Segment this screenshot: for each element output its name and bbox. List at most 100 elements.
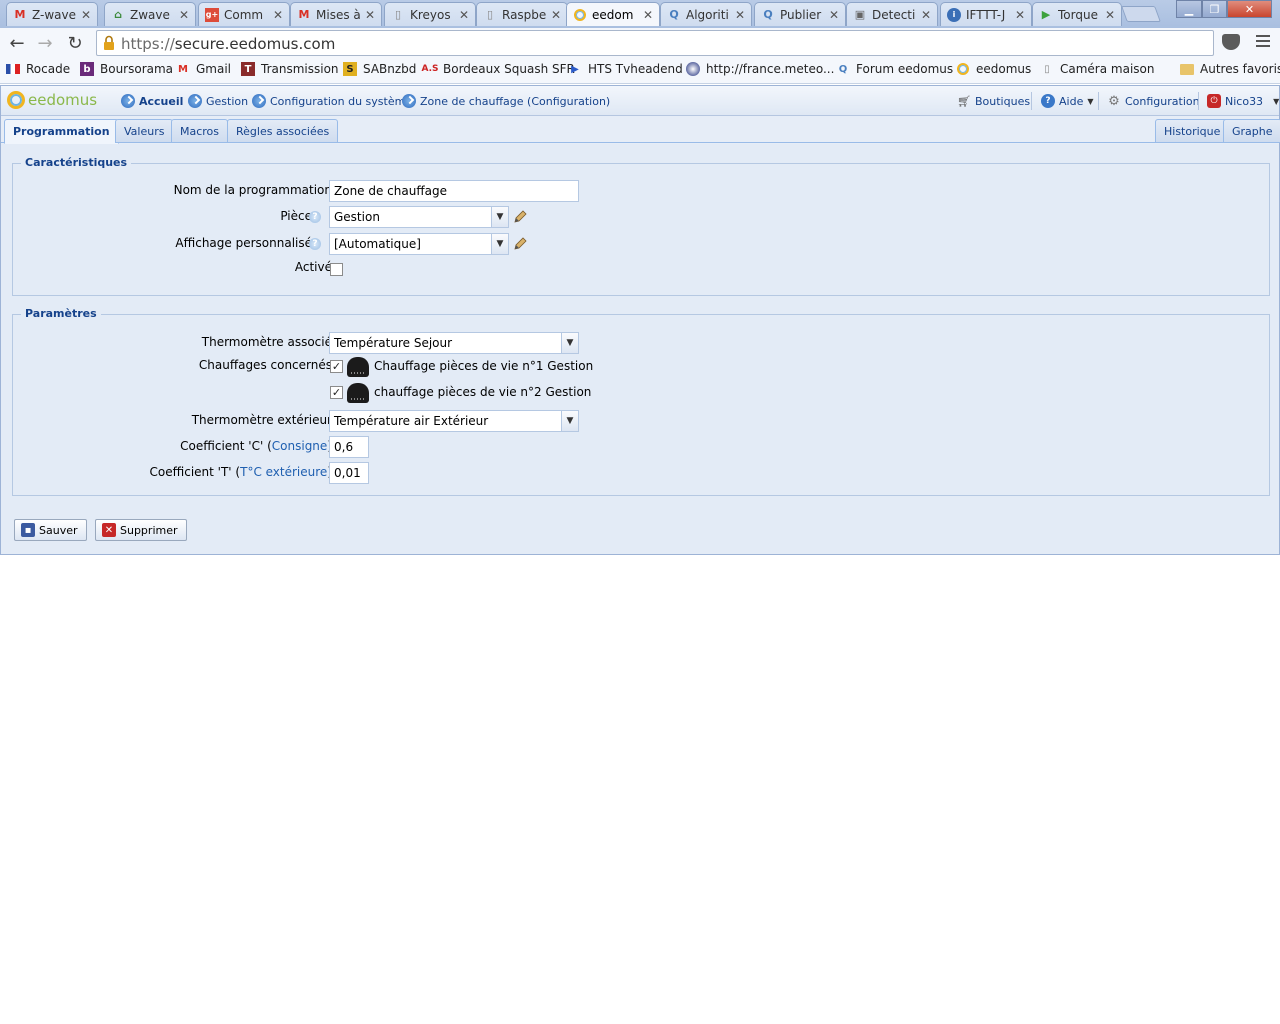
browser-chrome: M Z-wave ✕ ⌂ Zwave ✕ g+ Comm ✕ M Mises à ✕ ▯ Krey…: [0, 0, 1280, 84]
reload-icon[interactable]: ↻: [64, 32, 86, 54]
back-icon[interactable]: ←: [6, 32, 28, 54]
forward-icon[interactable]: →: [34, 32, 56, 54]
close-icon[interactable]: ✕: [549, 8, 563, 22]
close-icon[interactable]: ✕: [271, 8, 285, 22]
close-icon[interactable]: ✕: [79, 8, 93, 22]
tab-programmation[interactable]: Programmation: [4, 119, 119, 144]
eedomus-forum-icon: Q: [669, 8, 679, 21]
divider: [1098, 92, 1099, 110]
close-icon[interactable]: ✕: [919, 8, 933, 22]
tab-regles-associees[interactable]: Règles associées: [227, 119, 339, 143]
pencil-icon[interactable]: [512, 209, 528, 225]
maximize-button[interactable]: ❐: [1202, 0, 1227, 18]
meteo-icon: [686, 62, 700, 76]
arrow-circle-icon: [188, 94, 202, 108]
bookmarks-bar: Rocade b Boursorama M Gmail T Transmission …: [0, 58, 1280, 84]
bookmark-item[interactable]: Rocade: [6, 62, 70, 76]
browser-tab[interactable]: Q Publier ✕: [754, 2, 846, 26]
bookmark-item[interactable]: b Boursorama: [80, 62, 173, 76]
bookmark-item[interactable]: Q Forum eedomus: [836, 62, 953, 76]
ext-thermometer-select[interactable]: Température air Extérieur ▼: [329, 410, 579, 432]
bookmark-item[interactable]: A.S Bordeaux Squash SFR: [421, 62, 574, 76]
tab-graphe[interactable]: Graphe: [1223, 119, 1280, 143]
thermometer-select[interactable]: Température Sejour ▼: [329, 332, 579, 354]
coef-t-label: Coefficient 'T' (T°C extérieure): [149, 465, 332, 479]
menu-icon[interactable]: [1256, 35, 1270, 49]
browser-tab-active[interactable]: eedom ✕: [566, 2, 660, 26]
breadcrumb-home[interactable]: Accueil: [121, 94, 183, 108]
close-window-button[interactable]: ✕: [1227, 0, 1272, 18]
bookmark-folder[interactable]: Autres favoris: [1180, 62, 1280, 76]
coef-t-input[interactable]: 0,01: [329, 462, 369, 484]
new-tab-button[interactable]: [1121, 6, 1161, 22]
close-icon[interactable]: ✕: [641, 8, 655, 22]
browser-tab[interactable]: ▯ Kreyos ✕: [384, 2, 476, 26]
browser-tab[interactable]: Q Algoriti ✕: [660, 2, 752, 26]
bookmark-item[interactable]: http://france.meteo...: [686, 62, 834, 76]
eedomus-logo[interactable]: eedomus: [7, 91, 97, 109]
bookmark-item[interactable]: ▯ Caméra maison: [1040, 62, 1154, 76]
heaters-label: Chauffages concernés: [198, 358, 332, 372]
active-checkbox[interactable]: [330, 263, 343, 276]
heater1-checkbox[interactable]: ✓: [330, 360, 343, 373]
browser-tab[interactable]: M Mises à ✕: [290, 2, 382, 26]
tab-historique[interactable]: Historique: [1155, 119, 1230, 143]
ext-temp-link[interactable]: T°C extérieure: [240, 465, 327, 479]
browser-tab[interactable]: ▯ Raspbe ✕: [476, 2, 568, 26]
close-icon[interactable]: ✕: [177, 8, 191, 22]
close-icon[interactable]: ✕: [363, 8, 377, 22]
pencil-icon[interactable]: [512, 236, 528, 252]
delete-button[interactable]: ✕ Supprimer: [95, 519, 187, 541]
close-icon[interactable]: ✕: [1103, 8, 1117, 22]
panel-tabs: Programmation Valeurs Macros Règles asso…: [1, 117, 1280, 144]
browser-tab[interactable]: M Z-wave ✕: [6, 2, 98, 26]
display-label: Affichage personnalisé: [175, 236, 312, 250]
browser-tab[interactable]: ▣ Detecti ✕: [846, 2, 938, 26]
help-icon[interactable]: ?: [309, 238, 321, 250]
arrow-circle-icon: [252, 94, 266, 108]
coef-c-input[interactable]: 0,6: [329, 436, 369, 458]
help-icon[interactable]: ?: [309, 211, 321, 223]
page-icon: ▯: [1044, 63, 1050, 75]
close-icon[interactable]: ✕: [1013, 8, 1027, 22]
bookmark-item[interactable]: eedomus: [956, 62, 1031, 76]
breadcrumb-gestion[interactable]: Gestion: [188, 94, 248, 108]
close-icon[interactable]: ✕: [457, 8, 471, 22]
breadcrumb-config-systeme[interactable]: Configuration du système: [252, 94, 412, 108]
page-icon: ▯: [394, 8, 402, 21]
bookmark-item[interactable]: ▶ HTS Tvheadend: [568, 62, 683, 76]
save-button[interactable]: ▪ Sauver: [14, 519, 87, 541]
lock-icon: [104, 35, 114, 50]
tab-macros[interactable]: Macros: [171, 119, 229, 143]
chevron-down-icon: ▼: [1087, 96, 1094, 106]
tab-valeurs[interactable]: Valeurs: [115, 119, 174, 143]
bookmark-item[interactable]: S SABnzbd: [343, 62, 416, 76]
help-menu[interactable]: ? Aide ▼: [1041, 94, 1094, 108]
browser-tab[interactable]: i IFTTT-J ✕: [940, 2, 1032, 26]
divider: [1198, 92, 1199, 110]
browser-tab[interactable]: g+ Comm ✕: [198, 2, 290, 26]
user-menu[interactable]: ⏻ Nico33 ▼: [1207, 94, 1279, 108]
consigne-link[interactable]: Consigne: [272, 439, 328, 453]
close-icon[interactable]: ✕: [733, 8, 747, 22]
section-title: Caractéristiques: [21, 156, 132, 169]
fieldset-caracteristiques: Caractéristiques Nom de la programmation…: [12, 156, 1270, 296]
display-select[interactable]: [Automatique] ▼: [329, 233, 509, 255]
shops-link[interactable]: 🛒︎ Boutiques: [957, 94, 1030, 108]
as-icon: A.S: [421, 64, 439, 74]
name-input[interactable]: Zone de chauffage: [329, 180, 579, 202]
room-select[interactable]: Gestion ▼: [329, 206, 509, 228]
heater2-checkbox[interactable]: ✓: [330, 386, 343, 399]
configuration-link[interactable]: ⚙ Configuration: [1107, 94, 1199, 109]
breadcrumb-current[interactable]: Zone de chauffage (Configuration): [402, 94, 610, 108]
browser-tab[interactable]: ⌂ Zwave ✕: [104, 2, 196, 26]
minimize-button[interactable]: ▁: [1176, 0, 1202, 18]
address-bar[interactable]: https://secure.eedomus.com ☆: [96, 30, 1214, 56]
bookmark-item[interactable]: T Transmission: [241, 62, 339, 76]
browser-tab[interactable]: ▶ Torque ✕: [1032, 2, 1122, 26]
boursorama-icon: b: [80, 62, 94, 76]
drop-icon: i: [947, 7, 961, 22]
bookmark-item[interactable]: M Gmail: [176, 62, 231, 76]
close-icon[interactable]: ✕: [827, 8, 841, 22]
hts-icon: ▶: [571, 63, 579, 75]
